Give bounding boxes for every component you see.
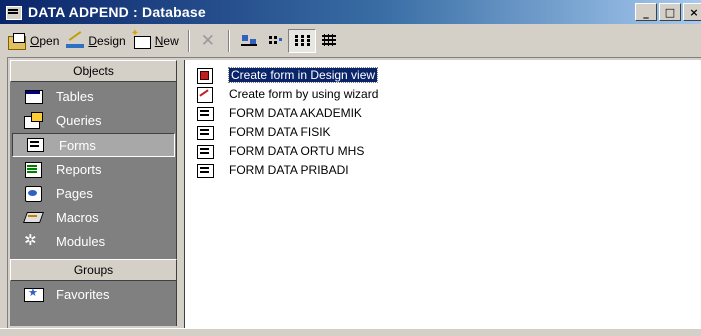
objects-item-label: Tables xyxy=(56,88,94,104)
pages-icon xyxy=(22,184,44,202)
list-item[interactable]: FORM DATA PRIBADI xyxy=(195,160,349,179)
design-view-icon xyxy=(195,67,215,84)
form-icon xyxy=(195,124,215,140)
delete-button[interactable] xyxy=(196,29,222,53)
object-list: Create form in Design view Create form b… xyxy=(184,60,701,328)
maximize-button[interactable]: □ xyxy=(659,3,681,21)
toolbar-separator xyxy=(187,30,190,52)
new-label: New xyxy=(154,34,179,48)
design-button[interactable]: Design xyxy=(62,29,128,53)
main-area: Objects Tables Queries Forms Reports Pag… xyxy=(7,57,701,328)
objects-item-label: Forms xyxy=(59,137,96,153)
open-icon xyxy=(7,32,27,50)
window-controls: _ □ × xyxy=(635,3,701,21)
objects-item-queries[interactable]: Queries xyxy=(10,108,177,132)
new-icon xyxy=(131,28,152,50)
new-button[interactable]: New xyxy=(129,28,182,53)
wizard-icon xyxy=(195,86,215,103)
list-item-label: FORM DATA ORTU MHS xyxy=(229,143,365,158)
delete-icon xyxy=(199,31,219,51)
groups-item-label: Favorites xyxy=(56,286,110,302)
objects-item-macros[interactable]: Macros xyxy=(10,205,177,229)
large-icons-button[interactable] xyxy=(236,29,262,53)
list-view-button[interactable] xyxy=(287,29,316,53)
large-icons-icon xyxy=(239,32,259,50)
list-item[interactable]: FORM DATA ORTU MHS xyxy=(195,141,364,160)
form-icon xyxy=(195,143,215,159)
list-item-label: Create form in Design view xyxy=(227,66,379,83)
open-button[interactable]: Open xyxy=(4,29,62,53)
objects-item-label: Reports xyxy=(56,161,102,177)
form-icon xyxy=(195,105,215,121)
list-item[interactable]: FORM DATA FISIK xyxy=(195,122,331,141)
close-button[interactable]: × xyxy=(683,3,701,21)
list-view-icon xyxy=(292,32,312,50)
details-view-button[interactable] xyxy=(316,29,342,53)
open-label: Open xyxy=(30,34,60,48)
window-title: DATA ADPEND : Database xyxy=(28,4,206,20)
objects-item-label: Modules xyxy=(56,233,106,249)
design-icon xyxy=(65,32,85,50)
groups-item-favorites[interactable]: Favorites xyxy=(10,282,177,306)
database-icon xyxy=(4,5,22,20)
minimize-button[interactable]: _ xyxy=(635,3,657,21)
list-item[interactable]: Create form by using wizard xyxy=(195,84,378,103)
macros-icon xyxy=(22,208,44,226)
list-item-label: Create form by using wizard xyxy=(229,86,379,101)
toolbar: Open Design New xyxy=(0,26,701,56)
objects-item-label: Pages xyxy=(56,185,93,201)
small-icons-icon xyxy=(265,32,285,50)
small-icons-button[interactable] xyxy=(262,29,288,53)
form-icon xyxy=(195,162,215,178)
objects-item-pages[interactable]: Pages xyxy=(10,181,177,205)
groups-header[interactable]: Groups xyxy=(10,259,177,281)
tables-icon xyxy=(22,87,44,105)
forms-icon xyxy=(25,136,47,154)
queries-icon xyxy=(22,111,44,129)
list-item-label: FORM DATA FISIK xyxy=(229,124,331,139)
database-window: DATA ADPEND : Database _ □ × Open Design… xyxy=(0,0,701,336)
design-label: Design xyxy=(88,34,126,48)
objects-item-reports[interactable]: Reports xyxy=(10,157,177,181)
objects-item-label: Macros xyxy=(56,209,99,225)
list-item-label: FORM DATA AKADEMIK xyxy=(229,105,362,120)
details-view-icon xyxy=(319,32,339,50)
window-bottom-edge xyxy=(0,328,701,336)
objects-item-label: Queries xyxy=(56,112,102,128)
list-item[interactable]: Create form in Design view xyxy=(195,65,379,84)
reports-icon xyxy=(22,160,44,178)
favorites-icon xyxy=(22,285,44,303)
title-bar[interactable]: DATA ADPEND : Database _ □ × xyxy=(0,0,701,24)
objects-item-tables[interactable]: Tables xyxy=(10,84,177,108)
list-item-label: FORM DATA PRIBADI xyxy=(229,162,349,177)
list-item[interactable]: FORM DATA AKADEMIK xyxy=(195,103,362,122)
objects-header[interactable]: Objects xyxy=(10,60,177,82)
objects-bar: Objects Tables Queries Forms Reports Pag… xyxy=(10,60,177,326)
objects-item-modules[interactable]: Modules xyxy=(10,229,177,253)
modules-icon xyxy=(22,231,44,250)
toolbar-separator xyxy=(227,30,230,52)
objects-item-forms[interactable]: Forms xyxy=(12,133,175,157)
